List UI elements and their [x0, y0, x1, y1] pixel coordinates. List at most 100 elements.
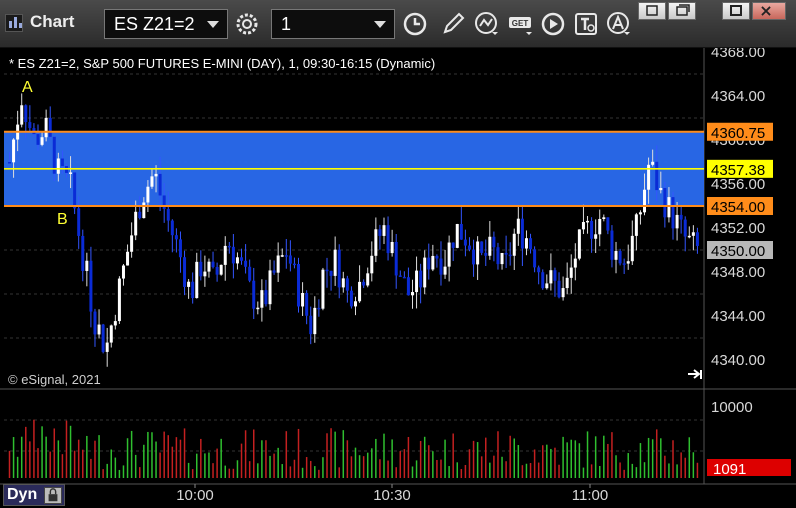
candle-body	[565, 277, 569, 289]
candle-body	[235, 257, 239, 264]
candle-body	[573, 258, 577, 268]
candle-body	[183, 257, 187, 287]
candle-body	[85, 260, 89, 271]
candle-body	[695, 232, 699, 246]
candle-body	[447, 242, 451, 267]
candle-body	[362, 281, 366, 286]
candle-body	[675, 214, 679, 229]
candle-body	[195, 261, 199, 299]
candle-body	[614, 251, 618, 260]
price-tick-label: 4364.00	[711, 88, 765, 105]
candle-body	[329, 270, 333, 276]
candle-body	[73, 172, 77, 209]
chevron-down-icon[interactable]	[207, 21, 219, 28]
candle-body	[667, 197, 671, 218]
chevron-down-icon[interactable]	[374, 21, 386, 28]
candle-body	[36, 134, 40, 145]
dynamic-tab-button[interactable]: Dyn	[3, 484, 65, 506]
candle-body	[146, 186, 150, 203]
candle-body	[130, 235, 134, 252]
chart-area[interactable]: 4368.004364.004360.004356.004352.004348.…	[0, 48, 796, 508]
candle-body	[472, 249, 476, 265]
candle-body	[415, 270, 419, 293]
pencil-draw-icon[interactable]	[440, 10, 466, 38]
candle-body	[337, 249, 341, 288]
play-icon[interactable]	[540, 10, 566, 38]
candle-body	[630, 235, 634, 262]
price-chart[interactable]: 4368.004364.004360.004356.004352.004348.…	[0, 48, 796, 508]
candle-body	[8, 162, 11, 164]
candle-body	[366, 273, 370, 286]
candle-body	[467, 245, 471, 250]
candle-body	[354, 301, 357, 307]
restore-window-button[interactable]	[638, 2, 666, 20]
candle-body	[174, 235, 178, 240]
candle-body	[178, 239, 182, 258]
maximize-window-button[interactable]	[722, 2, 750, 20]
candle-body	[594, 234, 598, 239]
candle-body	[170, 220, 174, 236]
candle-body	[60, 158, 64, 167]
close-window-button[interactable]	[752, 2, 786, 20]
svg-text:GET: GET	[512, 19, 529, 28]
candle-body	[463, 239, 467, 246]
candle-body	[150, 176, 154, 187]
candle-body	[443, 266, 447, 275]
candle-body	[687, 235, 691, 238]
candle-body	[313, 307, 317, 335]
candle-body	[44, 117, 48, 138]
candle-body	[248, 266, 252, 281]
candle-body	[77, 208, 81, 236]
candle-body	[126, 251, 130, 266]
candle-body	[97, 324, 101, 335]
candle-body	[227, 245, 231, 248]
interval-input[interactable]: 1	[271, 9, 395, 39]
price-label-text: 4350.00	[711, 243, 765, 260]
candle-body	[280, 255, 284, 257]
candle-body	[276, 255, 280, 273]
candle-body	[504, 252, 508, 255]
text-tool-icon[interactable]	[574, 10, 600, 38]
lock-icon[interactable]	[44, 487, 62, 504]
candle-body	[577, 229, 581, 259]
candle-body	[211, 261, 215, 267]
candle-body	[109, 325, 113, 343]
candle-body	[480, 241, 484, 253]
candle-body	[671, 197, 675, 229]
annotation-a: A	[22, 79, 33, 96]
study-chart-icon[interactable]	[474, 10, 500, 38]
candle-body	[683, 219, 687, 237]
candle-body	[154, 173, 158, 177]
alert-icon[interactable]	[606, 10, 632, 38]
candle-body	[476, 241, 480, 265]
candle-body	[272, 270, 276, 273]
candle-body	[370, 255, 374, 274]
float-window-button[interactable]	[668, 2, 696, 20]
settings-gear-icon[interactable]	[234, 10, 260, 38]
candle-body	[610, 230, 614, 260]
candle-body	[101, 324, 105, 352]
copyright-text: © eSignal, 2021	[8, 372, 101, 387]
candle-body	[545, 283, 549, 289]
candle-body	[602, 217, 606, 219]
candle-body	[500, 252, 504, 265]
candle-body	[215, 266, 219, 275]
candle-body	[655, 161, 659, 191]
time-tick-label: 10:00	[176, 487, 214, 504]
candle-body	[394, 241, 398, 276]
clock-icon[interactable]	[402, 10, 428, 38]
candle-body	[301, 292, 305, 307]
price-label-text: 4354.00	[711, 199, 765, 216]
candle-body	[590, 220, 594, 239]
candle-body	[537, 267, 541, 273]
candle-body	[284, 255, 288, 257]
get-data-icon[interactable]: GET	[508, 10, 534, 38]
candle-body	[622, 263, 626, 265]
candle-body	[382, 225, 386, 236]
candle-body	[561, 288, 565, 298]
candle-body	[419, 270, 423, 288]
volume-label-text: 1091	[713, 461, 746, 478]
candle-body	[679, 214, 683, 220]
candle-body	[321, 269, 325, 309]
symbol-input[interactable]: ES Z21=2	[104, 9, 228, 39]
